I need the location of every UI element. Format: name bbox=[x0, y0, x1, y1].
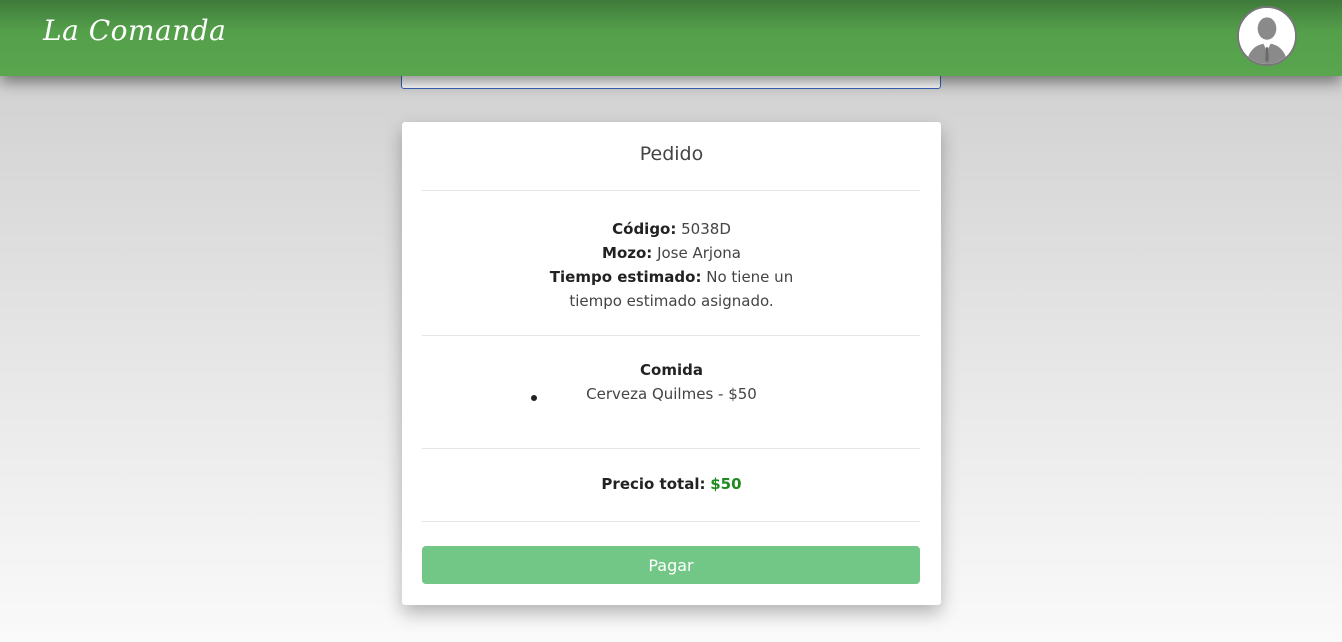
code-label: Código: bbox=[612, 220, 677, 238]
pay-button[interactable]: Pagar bbox=[422, 546, 920, 584]
divider bbox=[422, 190, 920, 191]
food-list-item: Cerveza Quilmes - $50 bbox=[586, 385, 757, 403]
top-navbar: La Comanda bbox=[0, 0, 1342, 76]
order-card: Pedido Código: 5038D Mozo: Jose Arjona T… bbox=[402, 122, 941, 605]
waiter-value: Jose Arjona bbox=[657, 244, 741, 262]
user-avatar-icon[interactable] bbox=[1237, 6, 1297, 66]
total-label: Precio total: bbox=[601, 475, 706, 493]
divider bbox=[422, 448, 920, 449]
divider bbox=[422, 521, 920, 522]
food-section-title: Comida bbox=[640, 361, 703, 379]
total-price: $50 bbox=[710, 475, 742, 493]
divider bbox=[422, 335, 920, 336]
time-label: Tiempo estimado: bbox=[549, 268, 702, 286]
order-total: Precio total: $50 bbox=[402, 475, 941, 493]
code-value: 5038D bbox=[681, 220, 731, 238]
order-info: Código: 5038D Mozo: Jose Arjona Tiempo e… bbox=[402, 217, 941, 313]
waiter-label: Mozo: bbox=[602, 244, 653, 262]
brand-logo[interactable]: La Comanda bbox=[43, 14, 226, 47]
order-title: Pedido bbox=[639, 143, 704, 165]
